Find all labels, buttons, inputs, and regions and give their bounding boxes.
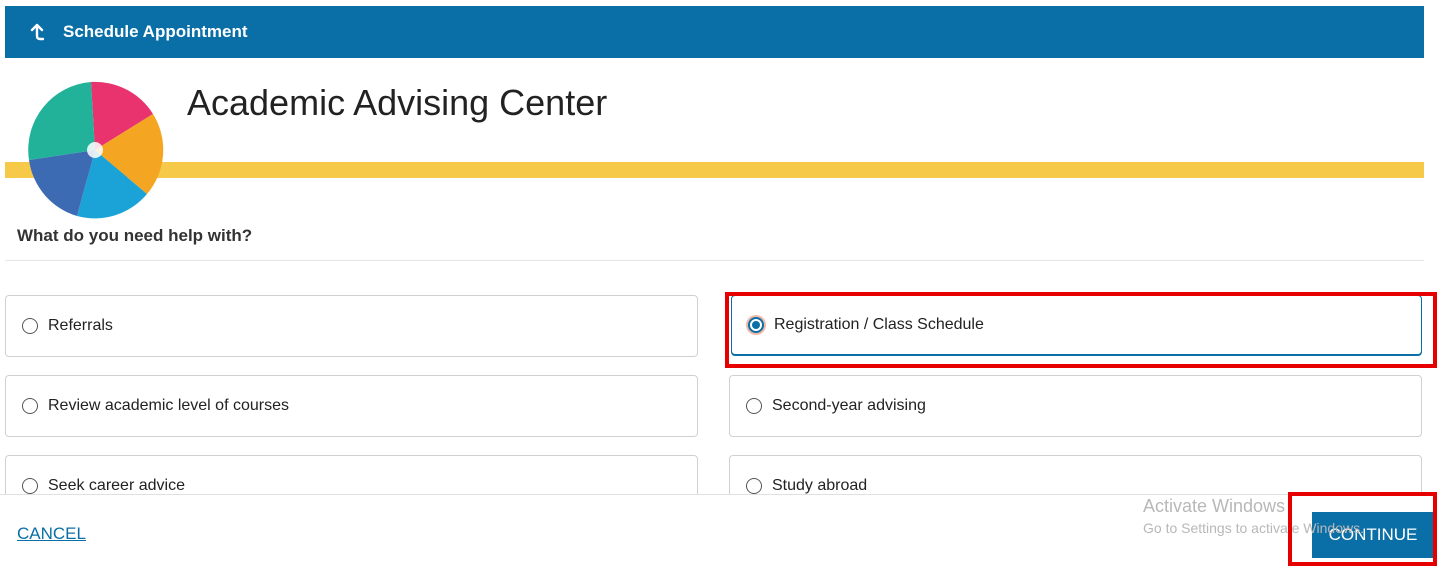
radio-button[interactable] (746, 478, 762, 494)
option-label: Review academic level of courses (48, 397, 289, 414)
option-registration-class-schedule[interactable]: Registration / Class Schedule (731, 295, 1422, 355)
question-heading: What do you need help with? (17, 226, 253, 245)
radio-button[interactable] (22, 318, 38, 334)
radio-button[interactable] (22, 478, 38, 494)
header-title: Schedule Appointment (63, 22, 248, 41)
back-arrow-icon[interactable] (27, 22, 47, 42)
option-label: Registration / Class Schedule (774, 316, 984, 333)
option-label: Second-year advising (772, 397, 926, 414)
radio-dot (752, 321, 760, 329)
cancel-link[interactable]: CANCEL (17, 524, 86, 544)
radio-button[interactable] (746, 398, 762, 414)
radio-button-selected[interactable] (748, 317, 764, 333)
advising-wheel-logo (28, 81, 164, 219)
radio-button[interactable] (22, 398, 38, 414)
option-label: Referrals (48, 317, 113, 334)
app-header: Schedule Appointment (5, 6, 1424, 58)
divider (5, 260, 1424, 261)
option-label: Study abroad (772, 477, 868, 494)
banner-stripe (5, 162, 1424, 178)
option-review-academic-level[interactable]: Review academic level of courses (5, 375, 698, 437)
option-second-year-advising[interactable]: Second-year advising (729, 375, 1422, 437)
banner: Academic Advising Center (5, 58, 1424, 219)
option-label: Seek career advice (48, 477, 185, 494)
continue-button[interactable]: CONTINUE (1312, 512, 1434, 558)
option-referrals[interactable]: Referrals (5, 295, 698, 357)
footer-bar (0, 494, 1437, 566)
page-title: Academic Advising Center (187, 82, 608, 123)
